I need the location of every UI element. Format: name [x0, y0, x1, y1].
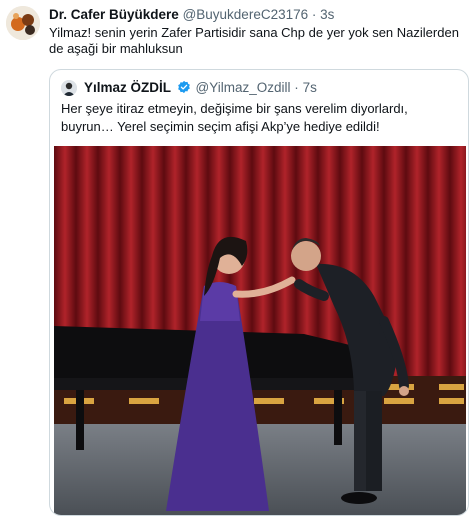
quoted-tweet[interactable]: Yılmaz ÖZDİL @Yilmaz_Ozdill · 7s Her şey… [49, 69, 469, 516]
quoted-author-handle[interactable]: @Yilmaz_Ozdill [196, 80, 291, 95]
quoted-header: Yılmaz ÖZDİL @Yilmaz_Ozdill · 7s [84, 80, 317, 95]
tweet-header: Dr. Cafer Büyükdere @BuyukdereC23176 · 3… [49, 7, 334, 22]
cartoon-avatar-icon [6, 6, 40, 40]
quoted-photo[interactable] [54, 146, 466, 515]
tweet-time[interactable]: 3s [320, 7, 334, 22]
author-avatar[interactable] [6, 6, 40, 40]
quoted-separator-dot: · [294, 80, 299, 95]
separator-dot: · [311, 7, 317, 22]
author-name[interactable]: Dr. Cafer Büyükdere [49, 7, 179, 22]
verified-badge-icon [177, 80, 190, 94]
tweet-text: Yilmaz! senin yerin Zafer Partisidir san… [49, 25, 459, 56]
quoted-text: Her şeye itiraz etmeyin, değişime bir şa… [61, 101, 408, 134]
author-handle[interactable]: @BuyukdereC23176 [183, 7, 309, 22]
stage-photo [54, 146, 466, 515]
quoted-time[interactable]: 7s [303, 80, 317, 95]
person-avatar-icon [61, 80, 77, 96]
quoted-author-avatar[interactable] [61, 80, 77, 96]
quoted-author-name[interactable]: Yılmaz ÖZDİL [84, 80, 171, 95]
